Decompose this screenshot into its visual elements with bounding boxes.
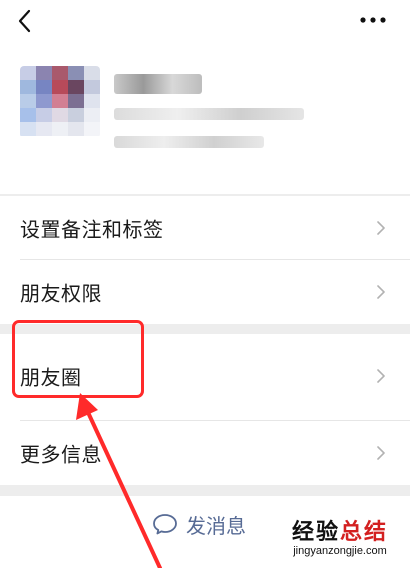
send-message-label: 发消息 [186, 515, 246, 538]
chevron-right-icon [377, 369, 385, 383]
send-message-button[interactable]: 发消息 [152, 510, 246, 538]
chat-bubble-icon [153, 514, 177, 535]
menu-item-label: 朋友权限 [20, 283, 102, 306]
chevron-right-icon [377, 285, 385, 299]
menu-item-label: 设置备注和标签 [20, 219, 164, 242]
section-gap [0, 485, 410, 496]
watermark-brand: 经验总结 [291, 519, 389, 544]
watermark: 经验总结 jingyanzongjie.com [276, 514, 404, 557]
chevron-right-icon [377, 221, 385, 235]
top-bar [0, 0, 410, 44]
watermark-domain: jingyanzongjie.com [293, 545, 387, 557]
highlight-box [12, 320, 144, 398]
menu-item-more-info[interactable]: 更多信息 [0, 421, 410, 485]
more-dots-icon[interactable] [356, 10, 390, 30]
profile-header [0, 44, 410, 194]
chevron-right-icon [377, 446, 385, 460]
menu-item-label: 更多信息 [20, 444, 102, 467]
menu-item-remark-tags[interactable]: 设置备注和标签 [0, 196, 410, 260]
back-chevron-icon[interactable] [14, 8, 36, 34]
obscured-detail-2 [114, 136, 264, 148]
menu-item-friend-permissions[interactable]: 朋友权限 [0, 260, 410, 324]
obscured-name [114, 74, 202, 94]
avatar[interactable] [20, 66, 100, 138]
obscured-detail-1 [114, 108, 304, 120]
